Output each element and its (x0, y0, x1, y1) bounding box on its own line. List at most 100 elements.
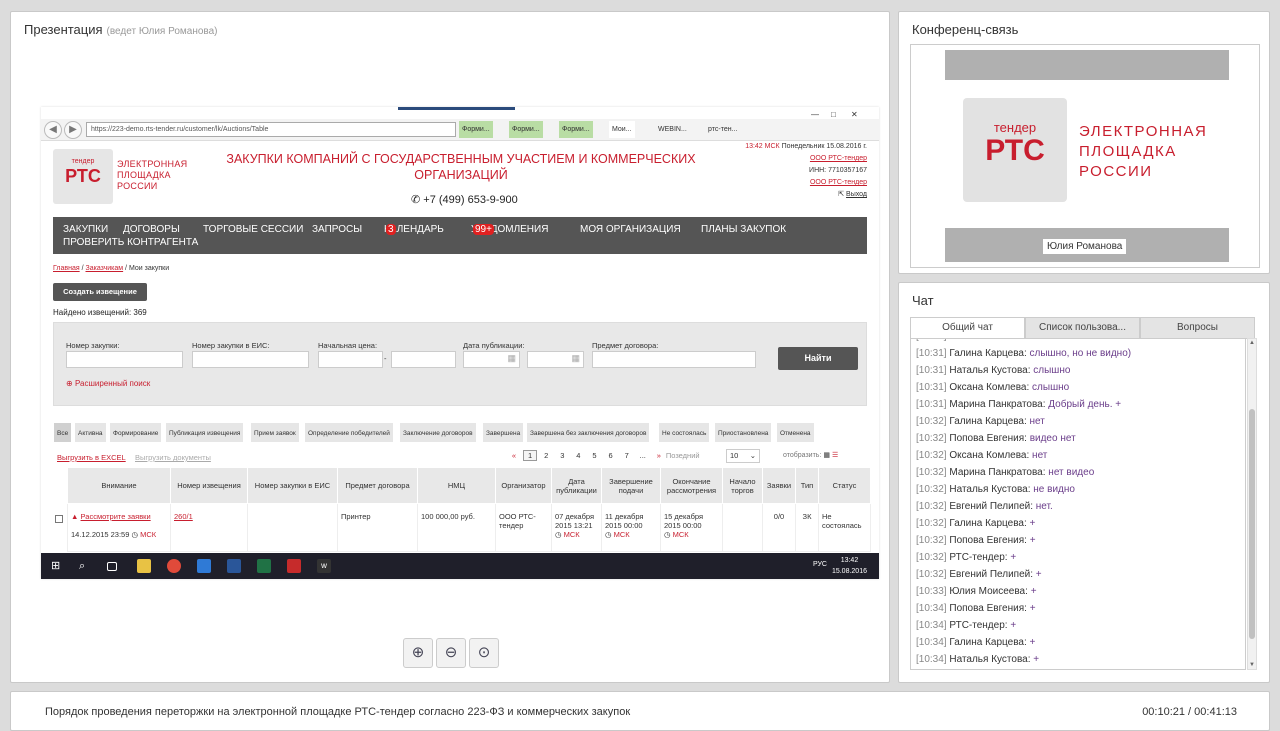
chat-text: видео нет (1029, 433, 1076, 444)
last-page-icon: » (656, 451, 661, 460)
warning-icon: ▲ (71, 512, 79, 521)
clock-icon: ◷ (664, 530, 671, 539)
taskbar-lang: РУС (812, 561, 827, 568)
status-tab: Завершена без заключения договоров (526, 422, 651, 443)
conference-title: Конференц-связь (912, 22, 1019, 37)
found-count: Найдено извещений: 369 (53, 308, 147, 317)
chrome-icon (167, 559, 181, 573)
zoom-out-icon[interactable]: ⊖ (436, 638, 466, 668)
pub-tz: МСК (563, 530, 580, 539)
browser-tab: ртс-тен... (708, 126, 738, 133)
filter-price-separator: - (384, 354, 387, 363)
procurement-table: Внимание Номер извещения Номер закупки в… (67, 467, 871, 552)
chat-timestamp: [10:34] (916, 603, 947, 614)
chat-message: [10:32] Попова Евгения: + (916, 535, 1036, 546)
browser-tab: Форми... (459, 121, 493, 138)
chat-message: [10:34] Наталья Кустова: + (916, 654, 1039, 665)
crumb-home: Главная (53, 265, 80, 272)
maximize-icon: □ (831, 110, 836, 119)
status-tab: Заключение договоров (399, 422, 477, 443)
filter-price-to (391, 351, 456, 368)
chat-text: нет (1032, 450, 1048, 461)
zoom-in-icon[interactable]: ⊕ (403, 638, 433, 668)
menu-item: ПРОВЕРИТЬ КОНТРАГЕНТА (63, 237, 199, 248)
scroll-down-icon[interactable]: ▼ (1248, 662, 1256, 668)
chat-timestamp: [10:34] (916, 637, 947, 648)
rts-logo: тендер РТС (963, 98, 1067, 202)
menu-item: ТОРГОВЫЕ СЕССИИ (203, 224, 304, 235)
col-header: Внимание (67, 467, 171, 504)
row-checkbox (55, 515, 63, 523)
video-stream[interactable]: тендер РТС ЭЛЕКТРОННАЯ ПЛОЩАДКА РОССИИ Ю… (945, 50, 1229, 262)
chat-text: + (1030, 586, 1037, 597)
advanced-search-label: Расширенный поиск (74, 379, 151, 388)
site-phone-text: +7 (499) 653-9-900 (423, 194, 518, 206)
chat-message: [10:32] Евгений Пелипей: нет. (916, 501, 1053, 512)
ie-icon (197, 559, 211, 573)
chat-timestamp: [10:32] (916, 501, 947, 512)
site-user-info: 13:42 МСК Понедельник 15.08.2016 г. ООО … (745, 141, 867, 201)
menu-item: ПЛАНЫ ЗАКУПОК (701, 224, 787, 235)
chat-text: + (1010, 552, 1017, 563)
table-header: Внимание Номер извещения Номер закупки в… (67, 467, 871, 504)
status-tab: Завершена (482, 422, 525, 443)
review-date: 15 декабря 2015 00:00 (664, 512, 704, 530)
attention-tz: МСК (140, 530, 157, 539)
chat-timestamp: [10:32] (916, 518, 947, 529)
view-toggle: отобразить: ▦ ☰ (783, 451, 838, 459)
webinar-icon: w (317, 559, 331, 573)
scroll-up-icon[interactable]: ▲ (1248, 340, 1256, 346)
status-tab: Определение победителей (304, 422, 394, 443)
end-date: 11 декабря 2015 00:00 (605, 512, 644, 530)
chat-text: + (1010, 620, 1017, 631)
site-logo-small: тендер (71, 158, 95, 165)
chat-author: Евгений Пелипей: (949, 339, 1033, 342)
chat-scrollbar[interactable]: ▲ ▼ (1247, 338, 1257, 670)
browser-bar: ◀ ▶ https://223-demo.rts-tender.ru/custo… (41, 110, 879, 141)
status-tab: Приостановлена (714, 422, 773, 443)
col-header: Статус (818, 467, 871, 504)
chat-message: [10:33] Юлия Моисеева: + (916, 586, 1037, 597)
create-notice-button: Создать извещение (53, 283, 147, 301)
cell-notice: 260/1 (170, 503, 248, 552)
tab-user-list[interactable]: Список пользова... (1025, 317, 1140, 339)
page-link: 6 (608, 451, 613, 460)
col-header: Окончание рассмотрения (660, 467, 723, 504)
filter-label: Предмет договора: (592, 341, 659, 350)
site-breadcrumb: Главная / Заказчикам / Мои закупки (53, 265, 170, 272)
chat-timestamp: [10:31] (916, 365, 947, 376)
taskbar-clock: 13:42 15.08.2016 (832, 555, 867, 577)
chat-timestamp: [10:31] (916, 382, 947, 393)
page-link: 3 (560, 451, 565, 460)
chat-author: Евгений Пелипей: (949, 569, 1033, 580)
scroll-thumb[interactable] (1249, 409, 1255, 639)
page-link: 1 (523, 450, 538, 461)
pager: « 1 2 3 4 5 6 7 ... » Позедний (507, 450, 700, 461)
video-content: тендер РТС ЭЛЕКТРОННАЯ ПЛОЩАДКА РОССИИ (945, 80, 1229, 228)
cell-status: Не состоялась (818, 503, 871, 552)
chat-author: Наталья Кустова: (949, 484, 1031, 495)
chat-text: слышно (1032, 382, 1070, 393)
per-page-select: 10 ⌄ (726, 449, 760, 463)
chat-text: слышно (1033, 365, 1071, 376)
filter-date-from: ▦ (463, 351, 520, 368)
chat-messages: [10:31] Евгений Пелипей: + [10:31] Галин… (910, 338, 1246, 670)
chat-timestamp: [10:32] (916, 484, 947, 495)
export-docs-link: Выгрузить документы (135, 453, 211, 462)
chat-author: Оксана Комлева: (949, 382, 1030, 393)
col-header: Дата публикации (551, 467, 602, 504)
chat-timestamp: [10:31] (916, 348, 947, 359)
plus-circle-icon: ⊕ (66, 379, 73, 388)
first-page-icon: « (511, 451, 517, 460)
col-header: Заявки (762, 467, 796, 504)
chat-message: [10:34] Попова Евгения: + (916, 603, 1036, 614)
clock-icon: ◷ (605, 530, 612, 539)
tab-general-chat[interactable]: Общий чат (910, 317, 1025, 339)
tab-questions[interactable]: Вопросы (1140, 317, 1255, 339)
slide-topbar (398, 107, 515, 110)
export-excel-link: Выгрузить в EXCEL (57, 453, 126, 462)
site-menu: ЗАКУПКИ ДОГОВОРЫ ТОРГОВЫЕ СЕССИИ ЗАПРОСЫ… (53, 217, 867, 254)
phone-icon: ✆ (411, 194, 421, 206)
browser-tab: Форми... (559, 121, 593, 138)
zoom-fit-icon[interactable]: ⊙ (469, 638, 499, 668)
